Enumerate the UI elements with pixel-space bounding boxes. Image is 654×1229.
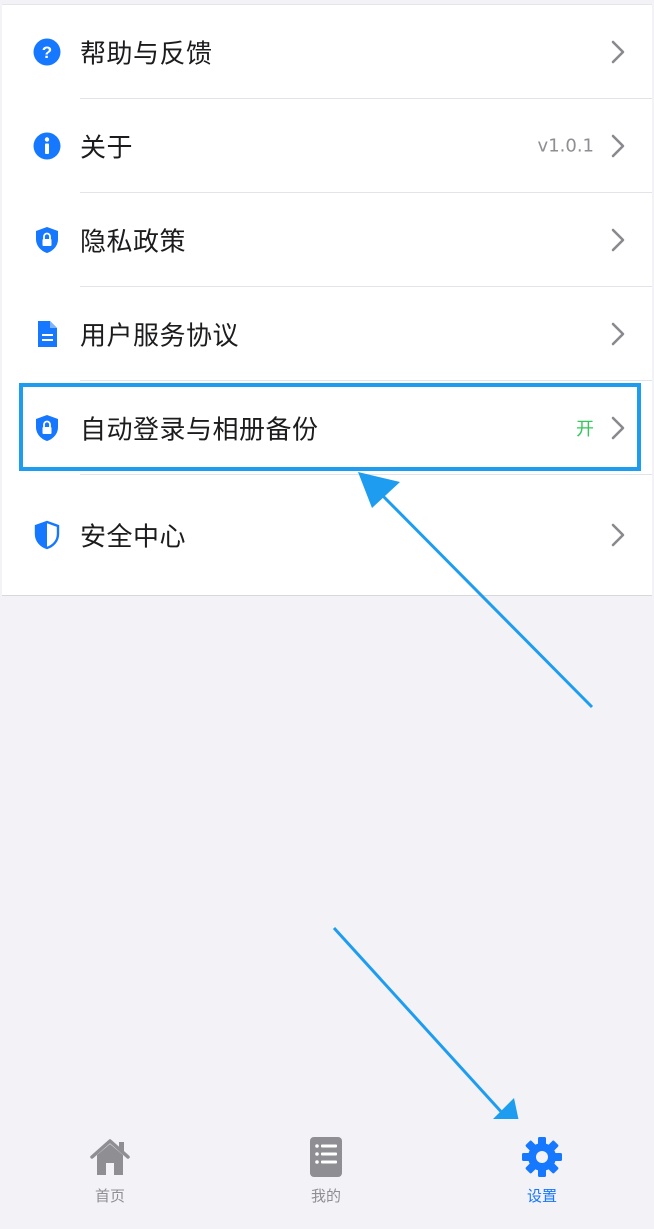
settings-item-security-center[interactable]: 安全中心 <box>2 475 652 595</box>
settings-item-about[interactable]: 关于 v1.0.1 <box>2 99 652 193</box>
version-value: v1.0.1 <box>537 135 594 157</box>
tab-bar: 首页 我的 设置 <box>0 1119 654 1229</box>
info-circle-icon <box>32 131 62 161</box>
chevron-right-icon <box>610 321 626 347</box>
gear-icon <box>520 1135 564 1179</box>
settings-item-label: 安全中心 <box>80 522 187 553</box>
settings-item-privacy-policy[interactable]: 隐私政策 <box>2 193 652 287</box>
settings-screen: ? 帮助与反馈 关于 v1.0.1 隐私政策 用户服务协议 自动登录与相册备份 … <box>0 0 654 1229</box>
status-value-on: 开 <box>576 419 594 440</box>
settings-item-label: 自动登录与相册备份 <box>80 415 319 446</box>
settings-item-user-agreement[interactable]: 用户服务协议 <box>2 287 652 381</box>
shield-half-icon <box>32 520 62 550</box>
chevron-right-icon <box>610 133 626 159</box>
chevron-right-icon <box>610 227 626 253</box>
shield-lock-icon <box>32 413 62 443</box>
settings-item-label: 关于 <box>80 133 134 164</box>
document-icon <box>32 319 62 349</box>
tab-mine[interactable]: 我的 <box>266 1135 386 1215</box>
chevron-right-icon <box>610 39 626 65</box>
chevron-right-icon <box>610 522 626 548</box>
question-circle-icon: ? <box>32 37 62 67</box>
settings-item-label: 帮助与反馈 <box>80 39 213 70</box>
svg-text:?: ? <box>42 43 52 62</box>
settings-item-auto-login-backup[interactable]: 自动登录与相册备份 开 <box>2 381 652 475</box>
settings-list: ? 帮助与反馈 关于 v1.0.1 隐私政策 用户服务协议 自动登录与相册备份 … <box>2 4 652 596</box>
tab-settings[interactable]: 设置 <box>482 1135 602 1215</box>
shield-lock-icon <box>32 225 62 255</box>
settings-item-label: 用户服务协议 <box>80 321 240 352</box>
chevron-right-icon <box>610 415 626 441</box>
tab-home[interactable]: 首页 <box>50 1135 170 1215</box>
tab-label: 首页 <box>94 1187 125 1205</box>
home-icon <box>88 1135 132 1179</box>
annotation-arrow-down <box>332 926 522 1136</box>
list-note-icon <box>304 1135 348 1179</box>
tab-label: 我的 <box>310 1187 341 1205</box>
settings-item-label: 隐私政策 <box>80 227 187 258</box>
settings-item-help-feedback[interactable]: ? 帮助与反馈 <box>2 5 652 99</box>
tab-label: 设置 <box>526 1187 557 1205</box>
